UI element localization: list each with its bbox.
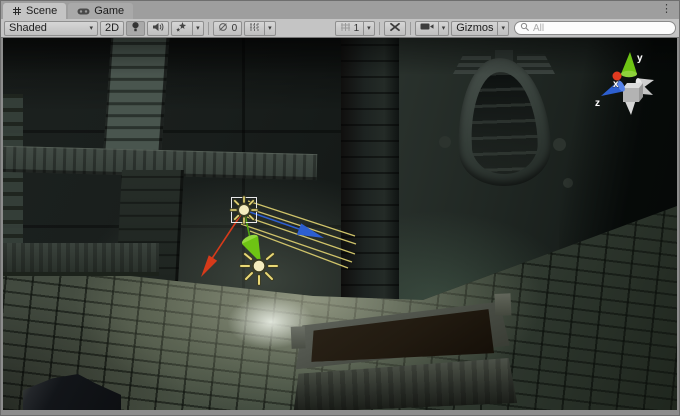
hidden-objects-count: 0 bbox=[232, 23, 238, 34]
sun-icon[interactable] bbox=[231, 197, 257, 223]
orientation-axis-gizmo[interactable]: y z x bbox=[595, 52, 654, 115]
grid-visibility-icon bbox=[249, 22, 260, 35]
chevron-down-icon: ▾ bbox=[89, 25, 93, 32]
axis-label-z: z bbox=[595, 98, 600, 109]
window-menu-icon[interactable]: ⋮ bbox=[661, 2, 672, 16]
axis-label-x: x bbox=[613, 79, 619, 90]
scene-lighting-toggle[interactable] bbox=[126, 21, 145, 36]
toggle-2d-label: 2D bbox=[105, 22, 119, 34]
audio-toggle-icon bbox=[152, 22, 164, 35]
chevron-down-icon: ▾ bbox=[196, 25, 200, 32]
scene-canvas[interactable]: y z x bbox=[3, 38, 677, 410]
gizmos-button[interactable]: Gizmos bbox=[451, 21, 498, 36]
effects-toggle[interactable] bbox=[171, 21, 193, 36]
camera-icon bbox=[420, 22, 434, 34]
search-icon bbox=[520, 22, 530, 35]
chevron-down-icon: ▾ bbox=[501, 25, 505, 32]
gizmos-label: Gizmos bbox=[456, 22, 493, 34]
effects-split-button: ▾ bbox=[171, 21, 204, 36]
editor-tools-icon bbox=[389, 22, 401, 35]
snap-value: 1 bbox=[354, 23, 360, 34]
gizmos-dropdown[interactable]: ▾ bbox=[498, 21, 509, 36]
tab-scene-label: Scene bbox=[26, 5, 57, 17]
draw-mode-label: Shaded bbox=[9, 22, 47, 34]
grid-hash-icon bbox=[12, 6, 22, 16]
chevron-down-icon: ▾ bbox=[367, 25, 371, 32]
tab-bar: Scene Game ⋮ bbox=[1, 1, 679, 19]
scene-view-window: Scene Game ⋮ Shaded ▾ 2D bbox=[0, 0, 680, 416]
chevron-down-icon: ▾ bbox=[442, 25, 446, 32]
editor-tools-button[interactable] bbox=[384, 21, 406, 36]
camera-dropdown[interactable]: ▾ bbox=[439, 21, 450, 36]
toolbar-right-cluster: 1 ▾ ▾ bbox=[335, 21, 676, 36]
snap-split-button: 1 ▾ bbox=[335, 21, 375, 36]
toggle-2d-button[interactable]: 2D bbox=[100, 21, 124, 36]
gizmo-overlay: y z x bbox=[3, 38, 677, 410]
scene-toolbar: Shaded ▾ 2D ▾ bbox=[1, 19, 679, 38]
snap-grid-icon bbox=[340, 22, 351, 35]
scene-audio-toggle[interactable] bbox=[147, 21, 169, 36]
toolbar-separator bbox=[208, 22, 209, 35]
move-handle-x[interactable] bbox=[201, 210, 244, 277]
grid-visibility-split-button: ▾ bbox=[244, 21, 276, 36]
search-input[interactable] bbox=[533, 23, 670, 34]
scene-search-field bbox=[514, 21, 676, 35]
grid-visibility-dropdown[interactable]: ▾ bbox=[265, 21, 276, 36]
toolbar-separator bbox=[379, 22, 380, 35]
light-toggle-icon bbox=[131, 21, 140, 36]
hidden-objects-icon bbox=[218, 22, 229, 35]
effects-toggle-icon bbox=[176, 22, 188, 35]
snap-dropdown[interactable]: ▾ bbox=[364, 21, 375, 36]
draw-mode-dropdown[interactable]: Shaded ▾ bbox=[4, 21, 98, 36]
tab-game[interactable]: Game bbox=[68, 3, 133, 19]
gizmos-split-button: Gizmos ▾ bbox=[451, 21, 509, 36]
grid-visibility-toggle[interactable] bbox=[244, 21, 265, 36]
hidden-objects-button[interactable]: 0 bbox=[213, 21, 243, 36]
snap-grid-button[interactable]: 1 bbox=[335, 21, 365, 36]
chevron-down-icon: ▾ bbox=[268, 25, 272, 32]
gamepad-icon bbox=[77, 7, 90, 16]
effects-dropdown[interactable]: ▾ bbox=[193, 21, 204, 36]
toolbar-separator bbox=[410, 22, 411, 35]
camera-split-button: ▾ bbox=[415, 21, 450, 36]
axis-label-y: y bbox=[637, 53, 643, 64]
scene-camera-button[interactable] bbox=[415, 21, 439, 36]
tab-scene[interactable]: Scene bbox=[3, 3, 66, 19]
tab-game-label: Game bbox=[94, 5, 124, 17]
